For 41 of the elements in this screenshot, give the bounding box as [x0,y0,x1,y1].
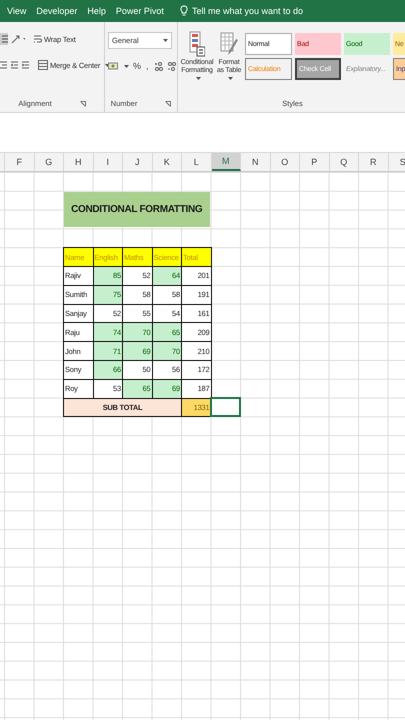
align-right-icon[interactable] [0,60,8,70]
increase-decimal-icon[interactable] [152,61,163,71]
ribbon-tab[interactable]: Power Pivot [116,6,164,16]
caret-icon[interactable] [228,77,233,80]
column-header[interactable]: H [64,153,94,171]
comma-button[interactable]: , [145,61,150,71]
column-header[interactable]: P [300,153,330,171]
column-header[interactable]: S [388,153,405,171]
percent-button[interactable]: % [132,61,142,71]
increase-indent-icon[interactable] [22,60,30,70]
wrap-text-icon[interactable] [33,34,42,44]
caret-icon[interactable] [196,77,201,80]
column-header[interactable]: N [241,153,270,171]
column-header[interactable]: F [5,153,34,171]
table-brush-icon[interactable] [220,31,238,57]
lightbulb-icon[interactable] [180,5,188,17]
caret-icon[interactable] [124,64,129,68]
column-header[interactable]: G [34,153,64,171]
conditional-formatting-icon[interactable] [189,31,205,57]
merge-cells-icon[interactable] [38,60,48,70]
ribbon-tab[interactable]: Developer [36,6,78,16]
decrease-decimal-icon[interactable] [166,61,176,71]
currency-icon[interactable] [108,61,118,71]
caret-icon[interactable] [163,39,168,42]
dialog-launcher-icon[interactable] [165,100,172,106]
column-header[interactable]: Q [330,153,359,171]
tell-me-search[interactable]: Tell me what you want to do [192,6,303,16]
decrease-indent-icon[interactable] [11,60,19,70]
align-icon[interactable] [0,33,8,45]
text-orientation-icon[interactable] [11,34,25,44]
column-header[interactable]: M [212,153,241,171]
ribbon-tab[interactable]: Help [87,6,106,16]
ribbon-tab[interactable]: View [7,6,26,16]
column-header[interactable]: K [152,153,182,171]
column-header[interactable]: J [123,153,152,171]
cell-selection[interactable] [210,396,241,418]
column-header[interactable]: R [359,153,388,171]
dialog-launcher-icon[interactable] [80,100,86,106]
title-cell: CONDITIONAL FORMATTING [64,192,210,228]
column-header[interactable]: I [94,153,123,171]
column-header[interactable]: O [270,153,300,171]
